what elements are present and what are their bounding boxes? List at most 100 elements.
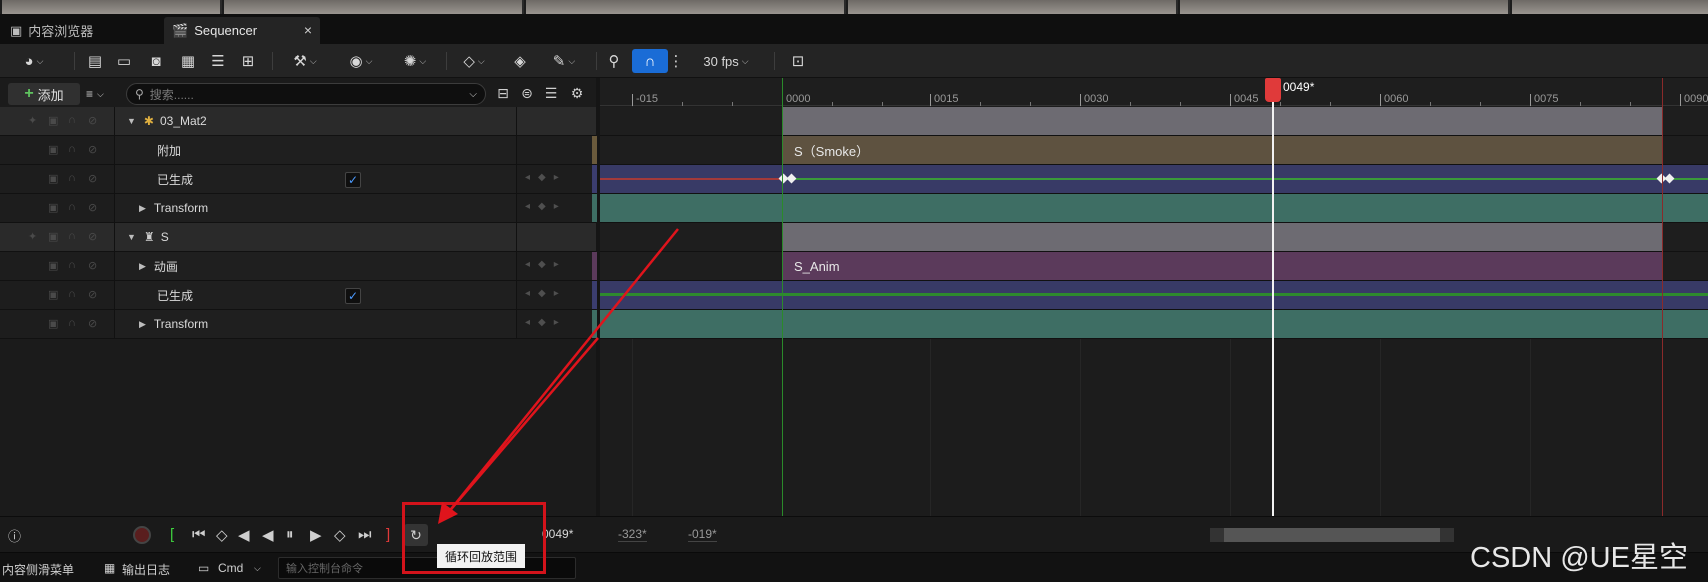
disable-icon[interactable]: ⊘ — [88, 288, 97, 301]
playback-end-marker[interactable] — [1662, 78, 1663, 516]
scrollbar-handle-right[interactable] — [1440, 528, 1454, 542]
key-navigation-icons[interactable]: ◂◆▸ — [525, 317, 567, 328]
list-view-icon[interactable]: ☰ — [542, 85, 560, 103]
filter-button[interactable]: ≡ ⌵ — [86, 83, 120, 105]
keyframe[interactable] — [1664, 173, 1675, 184]
lock-icon[interactable]: ▣ — [48, 259, 58, 272]
jump-to-start-button[interactable]: ⏮ — [192, 526, 206, 543]
next-key-button[interactable]: ◇ — [334, 526, 346, 544]
record-button[interactable] — [133, 526, 151, 544]
track-row[interactable]: ▣ ∩ ⊘ 已生成 ✓ ◂◆▸ — [0, 165, 597, 194]
track-row[interactable]: ▣ ∩ ⊘ ▶ Transform + ◂◆▸ — [0, 194, 617, 223]
disable-icon[interactable]: ⊘ — [88, 230, 97, 243]
marker-button[interactable]: ⚲ — [604, 49, 624, 73]
track-search-input[interactable]: ⚲ 搜索...... ⌵ — [126, 83, 486, 105]
play-reverse-button[interactable]: ◀ — [262, 526, 274, 544]
expand-all-icon[interactable]: ⊜ — [518, 85, 536, 103]
track-row[interactable]: ▣ ∩ ⊘ ▶ Transform + ◂◆▸ — [0, 310, 617, 339]
track-row[interactable]: ▣ ∩ ⊘ 附加 — [0, 136, 597, 165]
director-button[interactable]: ⊞ — [236, 49, 260, 73]
save-button[interactable]: ▤ — [84, 49, 106, 73]
key-navigation-icons[interactable]: ◂◆▸ — [525, 172, 567, 183]
disable-icon[interactable]: ⊘ — [88, 143, 97, 156]
track-row[interactable]: ✦ ▣ ∩ ⊘ ▼ ✱ 03_Mat2 + — [0, 107, 617, 136]
set-end-button[interactable]: ] — [386, 526, 390, 543]
collapse-triangle-icon[interactable]: ▼ — [127, 232, 136, 242]
actor-header-bar[interactable] — [782, 107, 1662, 135]
expand-triangle-icon[interactable]: ▶ — [139, 203, 146, 214]
previous-frame-button[interactable]: ◀︎ — [238, 526, 250, 544]
playback-start-marker[interactable] — [782, 78, 783, 516]
curve-editor-button[interactable]: ⊡ — [786, 49, 810, 73]
headphones-icon[interactable]: ∩ — [68, 143, 76, 155]
create-camera-button[interactable]: ◙ — [144, 49, 168, 73]
tab-content-browser[interactable]: ▣ 内容浏览器 — [2, 17, 160, 44]
lock-icon[interactable]: ▣ — [48, 114, 58, 127]
content-drawer-button[interactable]: 内容侧滑菜单 — [2, 561, 74, 578]
sequence-settings-button[interactable]: ☰ — [206, 49, 230, 73]
spawned-checkbox[interactable]: ✓ — [345, 172, 361, 188]
loop-range-button[interactable]: ↻ — [404, 524, 428, 546]
key-options-menu[interactable]: ◇ ⌵ — [454, 49, 494, 73]
view-range-end-field[interactable]: -019* — [688, 527, 717, 542]
collapse-all-icon[interactable]: ⊟ — [494, 85, 512, 103]
key-navigation-icons[interactable]: ◂◆▸ — [525, 201, 567, 212]
keyframe[interactable] — [786, 173, 797, 184]
next-frame-button[interactable]: ▶︎ — [310, 526, 322, 544]
playback-options-menu[interactable]: ✺ ⌵ — [394, 49, 436, 73]
key-navigation-icons[interactable]: ◂◆▸ — [525, 259, 567, 270]
find-in-browser-button[interactable]: ▭ — [112, 49, 136, 73]
actions-menu[interactable]: ⚒ ⌵ — [284, 49, 326, 73]
add-track-button[interactable]: + 添加 — [8, 83, 80, 105]
output-log-button[interactable]: 输出日志 — [122, 561, 170, 578]
disable-icon[interactable]: ⊘ — [88, 114, 97, 127]
key-navigation-icons[interactable]: ◂◆▸ — [525, 288, 567, 299]
track-row[interactable]: ▣ ∩ ⊘ 已生成 ✓ ◂◆▸ — [0, 281, 597, 310]
spawned-checkbox[interactable]: ✓ — [345, 288, 361, 304]
gear-icon[interactable]: ⚙ — [568, 85, 586, 103]
pause-button[interactable]: ⏸ — [286, 526, 294, 543]
disable-icon[interactable]: ⊘ — [88, 259, 97, 272]
edit-options-menu[interactable]: ✎ ⌵ — [544, 49, 584, 73]
scrollbar-handle-left[interactable] — [1210, 528, 1224, 542]
info-icon[interactable]: ⓘ — [8, 526, 21, 545]
headphones-icon[interactable]: ∩ — [68, 259, 76, 271]
playhead-line[interactable] — [1272, 78, 1274, 516]
disable-icon[interactable]: ⊘ — [88, 201, 97, 214]
lock-icon[interactable]: ▣ — [48, 201, 58, 214]
expand-triangle-icon[interactable]: ▶ — [139, 319, 146, 330]
tab-sequencer[interactable]: 🎬 Sequencer × — [164, 17, 320, 44]
timeline-scrollbar[interactable] — [1210, 528, 1454, 542]
set-start-button[interactable]: [ — [170, 526, 174, 543]
track-row[interactable]: ✦ ▣ ∩ ⊘ ▼ ♜ S + — [0, 223, 617, 252]
headphones-icon[interactable]: ∩ — [68, 317, 76, 329]
lock-icon[interactable]: ▣ — [48, 230, 58, 243]
headphones-icon[interactable]: ∩ — [68, 172, 76, 184]
collapse-triangle-icon[interactable]: ▼ — [127, 116, 136, 126]
lock-icon[interactable]: ▣ — [48, 317, 58, 330]
cmd-dropdown[interactable]: Cmd — [218, 561, 243, 575]
world-button[interactable]: ◕ ⌵ — [14, 49, 54, 73]
lock-icon[interactable]: ▣ — [48, 288, 58, 301]
attach-section[interactable]: S（Smoke） — [782, 136, 1662, 164]
chevron-down-icon[interactable]: ⌵ — [254, 563, 261, 574]
actor-header-bar[interactable] — [782, 223, 1662, 251]
lock-icon[interactable]: ▣ — [48, 172, 58, 185]
headphones-icon[interactable]: ∩ — [68, 114, 76, 126]
current-frame-field[interactable]: 0049* — [542, 527, 573, 541]
framerate-dropdown[interactable]: 30 fps ⌵ — [694, 49, 758, 73]
animation-section[interactable]: S_Anim — [782, 252, 1662, 280]
pin-icon[interactable]: ✦ — [28, 114, 37, 127]
expand-triangle-icon[interactable]: ▶ — [139, 261, 146, 272]
view-range-start-field[interactable]: -323* — [618, 527, 647, 542]
headphones-icon[interactable]: ∩ — [68, 230, 76, 242]
playhead-handle[interactable] — [1265, 78, 1281, 102]
time-ruler[interactable]: -015 0000 0015 0030 0045 0060 0075 0090 — [600, 78, 1708, 106]
pin-icon[interactable]: ✦ — [28, 230, 37, 243]
timeline-area[interactable]: -015 0000 0015 0030 0045 0060 0075 0090 — [600, 78, 1708, 516]
previous-key-button[interactable]: ◇ — [216, 526, 228, 544]
close-icon[interactable]: × — [304, 22, 312, 38]
key-interpolation-button[interactable]: ◈ — [508, 49, 532, 73]
headphones-icon[interactable]: ∩ — [68, 201, 76, 213]
snap-options-button[interactable]: ⋮ — [669, 49, 684, 73]
